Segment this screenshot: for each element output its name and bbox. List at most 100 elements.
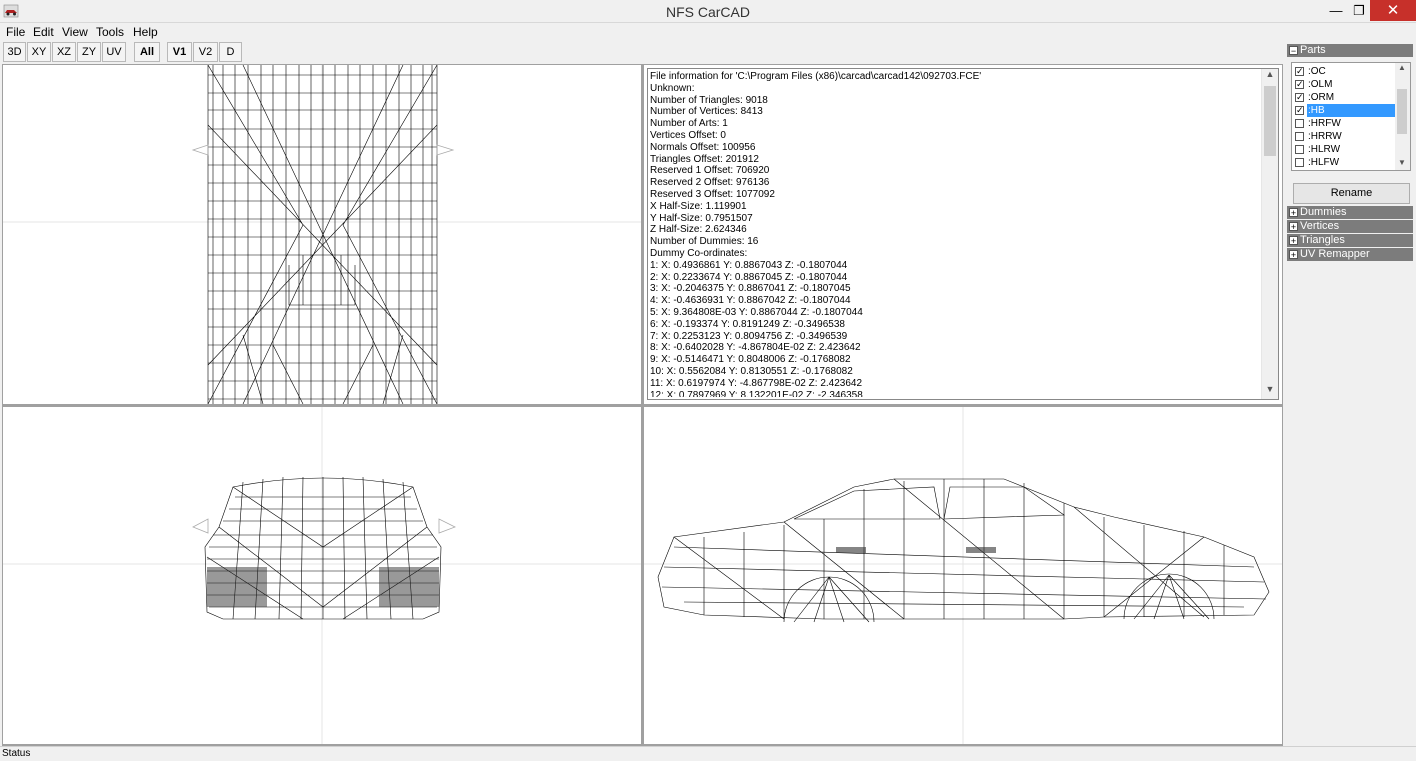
view-d-button[interactable]: D — [219, 42, 242, 62]
viewport-top[interactable] — [3, 65, 641, 404]
parts-scrollbar[interactable]: ▲ ▼ — [1395, 63, 1410, 170]
section-label: Triangles — [1300, 234, 1345, 246]
part-item[interactable]: ✓ :ORM — [1294, 91, 1394, 104]
view-zy-button[interactable]: ZY — [77, 42, 101, 62]
info-line: Number of Triangles: 9018 — [650, 94, 768, 106]
menu-tools[interactable]: Tools — [96, 25, 124, 39]
collapse-icon[interactable]: − — [1289, 46, 1298, 56]
status-text: Status — [2, 748, 31, 759]
expand-icon[interactable]: + — [1289, 208, 1298, 218]
viewport-area: File information for 'C:\Program Files (… — [2, 64, 1283, 746]
part-checkbox[interactable]: ✓ — [1295, 80, 1304, 89]
view-xz-button[interactable]: XZ — [52, 42, 76, 62]
info-line: 3: X: -0.2046375 Y: 0.8867041 Z: -0.1807… — [650, 283, 851, 295]
part-checkbox[interactable] — [1295, 132, 1304, 141]
info-line: Reserved 3 Offset: 1077092 — [650, 188, 775, 200]
info-line: Y Half-Size: 0.7951507 — [650, 212, 753, 224]
info-line: 4: X: -0.4636931 Y: 0.8867042 Z: -0.1807… — [650, 295, 851, 307]
part-label: :OLM — [1308, 79, 1333, 90]
part-checkbox[interactable]: ✓ — [1295, 67, 1304, 76]
part-label: :OC — [1308, 66, 1326, 77]
info-scrollbar[interactable]: ▲ ▼ — [1261, 69, 1278, 399]
part-checkbox[interactable]: ✓ — [1295, 106, 1304, 115]
part-label: :HRRW — [1308, 131, 1342, 142]
viewport-side[interactable] — [644, 407, 1282, 744]
section-label: Dummies — [1300, 206, 1347, 218]
info-line: File information for 'C:\Program Files (… — [650, 71, 982, 82]
part-item[interactable]: :HLRW — [1294, 143, 1394, 156]
part-item[interactable]: :HLFW — [1294, 156, 1394, 169]
side-wireframe — [644, 407, 1282, 744]
maximize-button[interactable]: ❐ — [1346, 0, 1372, 21]
dummies-header[interactable]: + Dummies — [1287, 206, 1413, 219]
part-item[interactable]: ✓ :OC — [1294, 65, 1394, 78]
info-line: 12: X: 0.7897969 Y: 8.132201E-02 Z: -2.3… — [650, 389, 863, 397]
view-v1-button[interactable]: V1 — [167, 42, 192, 62]
window-title: NFS CarCAD — [665, 4, 750, 20]
info-line: X Half-Size: 1.119901 — [650, 200, 747, 212]
menu-file[interactable]: File — [6, 25, 25, 39]
scroll-thumb[interactable] — [1264, 86, 1276, 156]
info-line: 11: X: 0.6197974 Y: -4.867798E-02 Z: 2.4… — [650, 377, 863, 389]
scroll-up-icon[interactable]: ▲ — [1262, 69, 1278, 84]
view-v2-button[interactable]: V2 — [193, 42, 218, 62]
title-bar: NFS CarCAD — ❐ ✕ — [0, 0, 1416, 23]
expand-icon[interactable]: + — [1289, 236, 1298, 246]
part-label: :HLFW — [1308, 157, 1340, 168]
part-checkbox[interactable]: ✓ — [1295, 93, 1304, 102]
part-item[interactable]: :HRRW — [1294, 130, 1394, 143]
scroll-down-icon[interactable]: ▼ — [1395, 158, 1409, 170]
part-item[interactable]: ✓ :HB — [1294, 104, 1395, 117]
scroll-up-icon[interactable]: ▲ — [1395, 63, 1409, 75]
close-button[interactable]: ✕ — [1370, 0, 1416, 21]
parts-list[interactable]: ✓ :OC ✓ :OLM ✓ :ORM ✓ :HB :HRFW :HRRW :H… — [1291, 62, 1411, 171]
rename-button[interactable]: Rename — [1293, 183, 1410, 204]
info-line: 7: X: 0.2253123 Y: 0.8094756 Z: -0.34965… — [650, 330, 848, 342]
uv-remapper-header[interactable]: + UV Remapper — [1287, 248, 1413, 261]
expand-icon[interactable]: + — [1289, 222, 1298, 232]
info-line: Triangles Offset: 201912 — [650, 153, 759, 165]
view-uv-button[interactable]: UV — [102, 42, 126, 62]
info-line: 2: X: 0.2233674 Y: 0.8867045 Z: -0.18070… — [650, 271, 848, 283]
triangles-header[interactable]: + Triangles — [1287, 234, 1413, 247]
view-xy-button[interactable]: XY — [27, 42, 51, 62]
part-label: :HLRW — [1308, 144, 1341, 155]
view-3d-button[interactable]: 3D — [3, 42, 26, 62]
vertices-header[interactable]: + Vertices — [1287, 220, 1413, 233]
parts-header[interactable]: − Parts — [1287, 44, 1413, 57]
menu-edit[interactable]: Edit — [33, 25, 54, 39]
part-item[interactable]: ✓ :OLM — [1294, 78, 1394, 91]
menu-view[interactable]: View — [62, 25, 88, 39]
info-line: 9: X: -0.5146471 Y: 0.8048006 Z: -0.1768… — [650, 354, 851, 366]
top-wireframe — [3, 65, 641, 404]
part-item[interactable]: :HRFW — [1294, 117, 1394, 130]
menu-bar: File Edit View Tools Help — [0, 23, 1416, 41]
info-line: 10: X: 0.5562084 Y: 0.8130551 Z: -0.1768… — [650, 365, 853, 377]
side-panel: − Parts ✓ :OC ✓ :OLM ✓ :ORM ✓ :HB :HRFW … — [1285, 41, 1416, 746]
info-line: Reserved 2 Offset: 976136 — [650, 177, 770, 189]
menu-help[interactable]: Help — [133, 25, 158, 39]
info-line: Reserved 1 Offset: 706920 — [650, 165, 770, 177]
section-label: UV Remapper — [1300, 248, 1370, 260]
file-info-textbox[interactable]: File information for 'C:\Program Files (… — [647, 68, 1279, 400]
info-line: Dummy Co-ordinates: — [650, 247, 748, 259]
front-wireframe — [3, 407, 641, 744]
part-label: :ORM — [1308, 92, 1335, 103]
scroll-thumb[interactable] — [1397, 89, 1407, 134]
part-checkbox[interactable] — [1295, 158, 1304, 167]
info-line: Unknown: — [650, 82, 695, 94]
section-label: Vertices — [1300, 220, 1340, 232]
scroll-down-icon[interactable]: ▼ — [1262, 384, 1278, 399]
part-label: :HRFW — [1308, 118, 1341, 129]
info-line: Normals Offset: 100956 — [650, 141, 756, 153]
status-bar: Status — [0, 746, 1416, 761]
view-all-button[interactable]: All — [134, 42, 160, 62]
info-line: Z Half-Size: 2.624346 — [650, 224, 747, 236]
expand-icon[interactable]: + — [1289, 250, 1298, 260]
info-line: 5: X: 9.364808E-03 Y: 0.8867044 Z: -0.18… — [650, 306, 863, 318]
file-info-text: File information for 'C:\Program Files (… — [650, 71, 1262, 397]
info-line: Number of Dummies: 16 — [650, 236, 759, 248]
viewport-front[interactable] — [3, 407, 641, 744]
part-checkbox[interactable] — [1295, 145, 1304, 154]
part-checkbox[interactable] — [1295, 119, 1304, 128]
